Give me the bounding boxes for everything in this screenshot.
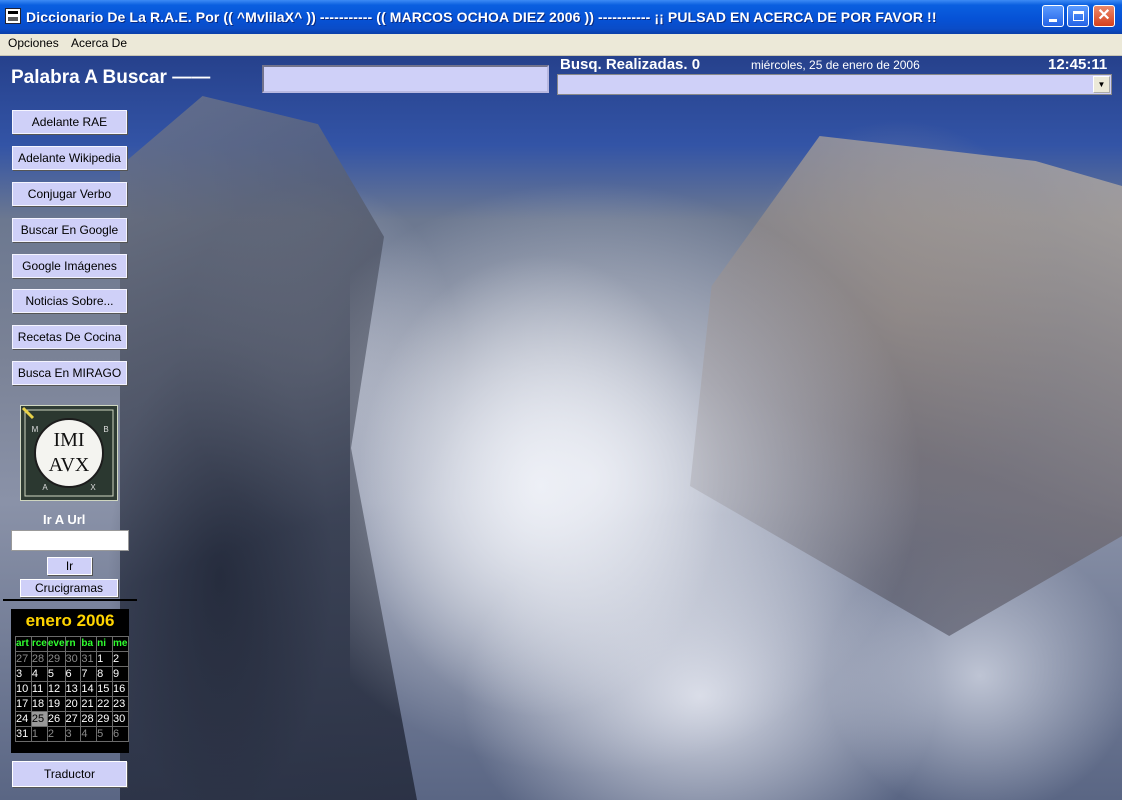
calendar-weekday: rce [30, 636, 48, 652]
maximize-button[interactable] [1067, 5, 1089, 27]
calendar-day[interactable]: 13 [64, 681, 82, 697]
logo-text-bottom: AVX [49, 454, 90, 476]
calendar-day[interactable]: 16 [111, 681, 130, 697]
calendar-day[interactable]: 23 [111, 696, 130, 712]
calendar-title: enero 2006 [25, 611, 115, 630]
calendar-day[interactable]: 4 [80, 726, 98, 742]
crucigramas-button[interactable]: Crucigramas [20, 579, 118, 597]
calendar-day[interactable]: 17 [15, 696, 32, 712]
calendar-day[interactable]: 24 [15, 711, 32, 727]
calendar-day[interactable]: 27 [15, 651, 32, 667]
clock-label: 12:45:11 [1048, 56, 1108, 73]
calendar-day[interactable]: 2 [111, 651, 130, 667]
calendar-weekday: me [111, 636, 130, 652]
recetas-cocina-button[interactable]: Recetas De Cocina [12, 325, 127, 349]
calendar-weekday: ni [96, 636, 113, 652]
calendar-day[interactable]: 4 [30, 666, 48, 682]
calendar-day[interactable]: 20 [64, 696, 82, 712]
calendar-weekday: eve [46, 636, 66, 652]
menu-bar: Opciones Acerca De [0, 34, 1122, 56]
calendar-day[interactable]: 12 [46, 681, 66, 697]
minimize-button[interactable] [1042, 5, 1064, 27]
busca-mirago-button[interactable]: Busca En MIRAGO [12, 361, 127, 385]
calendar-day[interactable]: 19 [46, 696, 66, 712]
conjugar-verbo-button[interactable]: Conjugar Verbo [12, 182, 127, 206]
calendar-day[interactable]: 27 [64, 711, 82, 727]
adelante-rae-button[interactable]: Adelante RAE [12, 110, 127, 134]
adelante-wikipedia-button[interactable]: Adelante Wikipedia [12, 146, 127, 170]
calendar-day[interactable]: 31 [80, 651, 98, 667]
calendar-weekday: rn [64, 636, 82, 652]
calendar-day[interactable]: 1 [96, 651, 113, 667]
logo-graphic: IMI AVX M B A X [21, 406, 114, 497]
search-count: Busq. Realizadas. 0 [560, 56, 701, 73]
results-combobox[interactable]: ▼ [557, 74, 1112, 95]
app-icon[interactable] [5, 8, 21, 24]
calendar-day[interactable]: 5 [96, 726, 113, 742]
calendar-day[interactable]: 22 [96, 696, 113, 712]
google-imagenes-button[interactable]: Google Imágenes [12, 254, 127, 278]
menu-opciones[interactable]: Opciones [8, 36, 59, 50]
calendar-day[interactable]: 28 [30, 651, 48, 667]
search-label: Palabra A Buscar —— [11, 67, 211, 88]
calendar-day[interactable]: 18 [30, 696, 48, 712]
title-bar[interactable]: Diccionario De La R.A.E. Por (( ^MvlilaX… [0, 0, 1122, 34]
calendar-day[interactable]: 7 [80, 666, 98, 682]
url-input[interactable] [11, 530, 129, 551]
calendar-weekday: ba [80, 636, 98, 652]
noticias-sobre-button[interactable]: Noticias Sobre... [12, 289, 127, 313]
calendar-day[interactable]: 11 [30, 681, 48, 697]
calendar-day[interactable]: 31 [15, 726, 32, 742]
calendar-day[interactable]: 14 [80, 681, 98, 697]
calendar-day[interactable]: 2 [46, 726, 66, 742]
url-label: Ir A Url [43, 512, 86, 527]
calendar-day[interactable]: 29 [46, 651, 66, 667]
logo-corner-bl: A [42, 483, 48, 492]
calendar-day[interactable]: 21 [80, 696, 98, 712]
logo-text-top: IMI [53, 429, 84, 451]
calendar-day[interactable]: 10 [15, 681, 32, 697]
logo-corner-tr: B [103, 425, 108, 434]
calendar-day[interactable]: 6 [64, 666, 82, 682]
calendar-day[interactable]: 9 [111, 666, 130, 682]
calendar-day[interactable]: 5 [46, 666, 66, 682]
fog-shape [350, 156, 950, 800]
maximize-icon [1072, 11, 1084, 21]
ir-button[interactable]: Ir [47, 557, 92, 575]
calendar-day[interactable]: 15 [96, 681, 113, 697]
buscar-google-button[interactable]: Buscar En Google [12, 218, 127, 242]
calendar-day[interactable]: 28 [80, 711, 98, 727]
calendar-day[interactable]: 26 [46, 711, 66, 727]
search-input[interactable] [262, 65, 549, 93]
calendar-day[interactable]: 3 [15, 666, 32, 682]
calendar-day[interactable]: 8 [96, 666, 113, 682]
calendar-day[interactable]: 29 [96, 711, 113, 727]
logo-corner-tl: M [32, 425, 39, 434]
sidebar-divider [3, 599, 137, 601]
calendar-day[interactable]: 30 [64, 651, 82, 667]
minimize-icon [1049, 18, 1057, 22]
calendar-day[interactable]: 1 [30, 726, 48, 742]
calendar-grid: art rce eve rn ba ni me 27 28 29 30 31 1… [15, 636, 130, 742]
calendar-weekday: art [15, 636, 32, 652]
close-button[interactable]: ✕ [1093, 5, 1115, 27]
menu-acerca-de[interactable]: Acerca De [71, 36, 127, 50]
calendar: enero 2006 art rce eve rn ba ni me 27 28… [11, 609, 130, 753]
calendar-day[interactable]: 6 [111, 726, 130, 742]
date-label: miércoles, 25 de enero de 2006 [751, 58, 920, 72]
calendar-day-selected[interactable]: 25 [30, 711, 48, 727]
calendar-day[interactable]: 3 [64, 726, 82, 742]
window-title: Diccionario De La R.A.E. Por (( ^MvlilaX… [26, 9, 937, 25]
traductor-button[interactable]: Traductor [12, 761, 127, 787]
mvlilax-logo[interactable]: IMI AVX M B A X [20, 405, 118, 501]
calendar-day[interactable]: 30 [111, 711, 130, 727]
background-image [0, 56, 1122, 800]
logo-corner-br: X [90, 483, 96, 492]
combobox-dropdown-button[interactable]: ▼ [1093, 76, 1110, 93]
chevron-down-icon: ▼ [1097, 80, 1106, 89]
close-icon: ✕ [1097, 7, 1111, 24]
